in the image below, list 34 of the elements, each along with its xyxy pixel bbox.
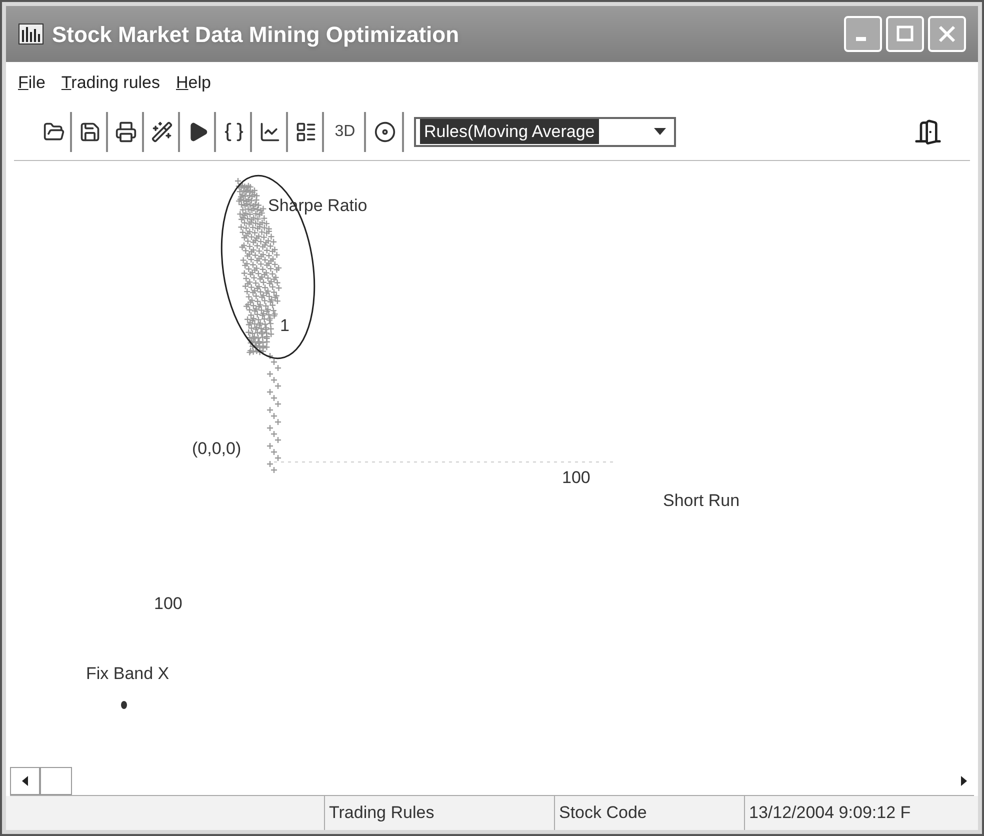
plot-label: 1 [280, 314, 290, 336]
dropdown-arrow-icon [654, 128, 666, 136]
combo-value: Rules(Moving Average [420, 118, 599, 144]
menu-item[interactable]: File [18, 70, 46, 96]
plot-label: Short Run [663, 490, 740, 512]
minimize-icon [856, 37, 866, 41]
plot-label: Fix Band X [86, 662, 170, 684]
braces-icon [223, 120, 245, 142]
door-icon [914, 118, 942, 146]
plot-label: (0,0,0) [192, 438, 242, 460]
menu-item[interactable]: Trading rules [61, 70, 160, 96]
disc-icon [374, 120, 396, 142]
folder-icon [43, 120, 65, 142]
close-icon [937, 24, 957, 44]
line-chart-icon [259, 120, 281, 142]
menu-item[interactable]: Help [176, 70, 211, 96]
chart-logo-icon [18, 22, 44, 46]
right-arrow-icon [961, 776, 967, 786]
wand-icon [151, 120, 173, 142]
status-panel: Trading Rules [324, 796, 554, 830]
maximize-icon [895, 24, 915, 44]
left-arrow-icon [22, 776, 28, 786]
window-title: Stock Market Data Mining Optimization [52, 20, 460, 49]
plot-label: 100 [154, 592, 182, 614]
status-panel: Stock Code [554, 796, 744, 830]
status-panel: 13/12/2004 9:09:12 F [744, 796, 978, 830]
rules-combo[interactable]: Rules(Moving Average [414, 116, 676, 146]
list-icon [295, 120, 317, 142]
dot-icon [120, 700, 128, 708]
printer-icon [115, 120, 137, 142]
plot-label: 100 [562, 466, 590, 488]
scroll-left-button[interactable] [10, 766, 40, 794]
scroll-thumb[interactable] [40, 766, 72, 794]
3d-button[interactable]: 3D [326, 112, 366, 152]
